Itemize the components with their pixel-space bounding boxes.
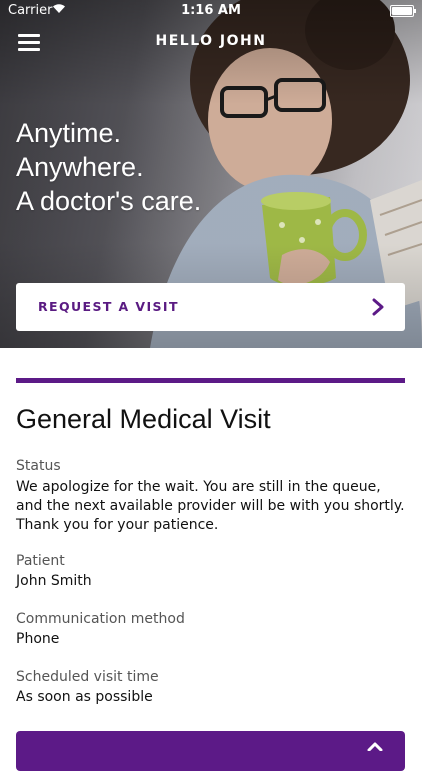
tagline-line-1: Anytime. (16, 118, 122, 148)
communication-method-label: Communication method (16, 611, 185, 627)
request-visit-label: REQUEST A VISIT (38, 299, 179, 314)
chevron-right-icon (372, 298, 384, 316)
battery-icon (390, 5, 416, 17)
clock-time: 1:16 AM (181, 3, 241, 18)
hero-tagline: Anytime. Anywhere. A doctor's care. (16, 116, 201, 218)
status-bar: Carrier 1:16 AM (0, 0, 422, 22)
tagline-line-3: A doctor's care. (16, 186, 202, 216)
page-title: HELLO JOHN (155, 33, 267, 49)
communication-method-value: Phone (16, 631, 60, 647)
request-visit-button[interactable]: REQUEST A VISIT (16, 283, 405, 331)
visit-title: General Medical Visit (16, 404, 271, 434)
scheduled-time-label: Scheduled visit time (16, 669, 159, 685)
hero-banner: Carrier 1:16 AM HELLO JOHN Anytime. Anyw… (0, 0, 422, 348)
visit-accent-bar (16, 378, 405, 383)
status-value: We apologize for the wait. You are still… (16, 479, 405, 533)
patient-value: John Smith (16, 573, 92, 589)
patient-label: Patient (16, 553, 65, 569)
tagline-line-2: Anywhere. (16, 152, 144, 182)
expand-panel-button[interactable] (16, 731, 405, 771)
status-label: Status (16, 458, 61, 474)
scheduled-time-value: As soon as possible (16, 689, 153, 705)
